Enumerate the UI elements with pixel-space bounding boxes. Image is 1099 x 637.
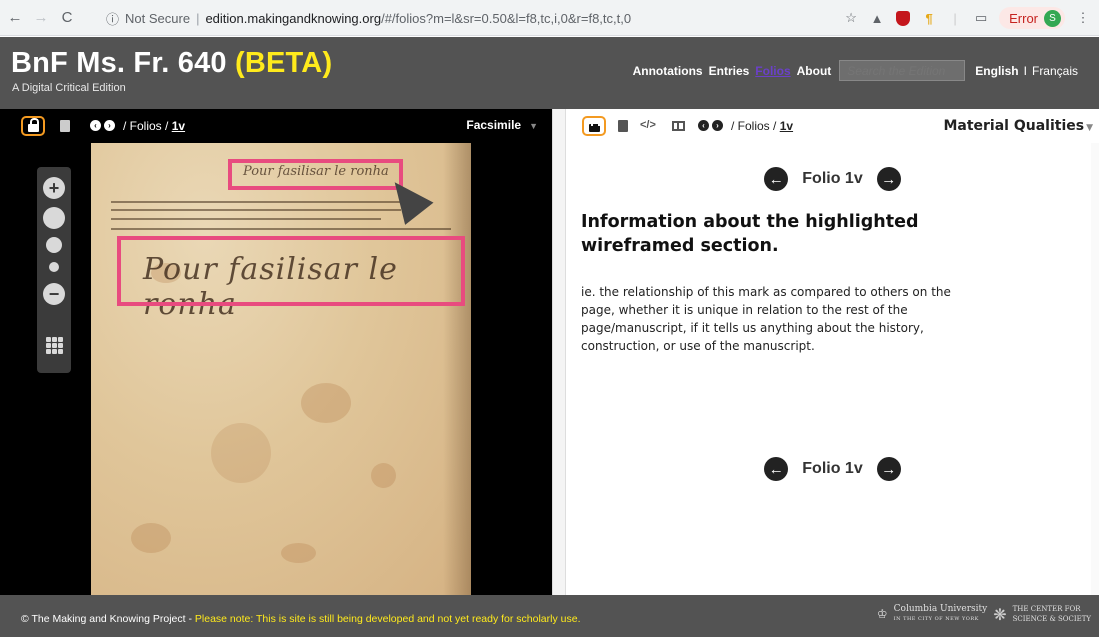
folio-nav-bottom: ← Folio 1v → (566, 457, 1099, 481)
center-line1: THE CENTER FOR (1012, 605, 1081, 613)
info-heading: Information about the highlighted wirefr… (581, 212, 919, 256)
center-line2: SCIENCE & SOCIETY (1012, 615, 1091, 623)
columbia-logo[interactable]: Columbia University IN THE CITY OF NEW Y… (894, 604, 988, 624)
lang-french[interactable]: Français (1032, 64, 1078, 78)
search-input[interactable] (839, 60, 966, 81)
reload-icon[interactable]: C (56, 7, 78, 29)
avatar: S (1044, 9, 1061, 27)
folio-label: Folio 1v (802, 460, 863, 477)
site-title[interactable]: BnF Ms. Fr. 640 (BETA) (11, 47, 332, 80)
center-logo[interactable]: THE CENTER FOR SCIENCE & SOCIETY (1013, 604, 1091, 624)
scrollbar[interactable] (1091, 143, 1099, 595)
lang-english[interactable]: English (975, 64, 1018, 78)
view-mode-label: Facsimile (466, 118, 522, 132)
nav-annotations[interactable]: Annotations (633, 64, 703, 78)
url-host: edition.makingandknowing.org (205, 10, 382, 26)
site-header: BnF Ms. Fr. 640 (BETA) A Digital Critica… (0, 37, 1099, 109)
left-pane-toolbar: ‹ › / Folios / 1v Facsimile ▼ (0, 109, 552, 143)
folio-nav-top: ← Folio 1v → (566, 167, 1099, 191)
breadcrumb-folio[interactable]: 1v (780, 119, 793, 133)
address-bar[interactable]: ⓘ Not Secure | edition.makingandknowing.… (98, 6, 876, 30)
grid-icon[interactable] (46, 337, 63, 354)
site-subtitle: A Digital Critical Edition (12, 82, 126, 94)
prev-circle-icon[interactable]: ‹ (698, 120, 709, 131)
star-icon[interactable]: ☆ (843, 10, 859, 26)
center-logo-icon: ❋ (993, 604, 1007, 624)
pane-divider[interactable] (552, 109, 566, 595)
cast-icon[interactable]: ▭ (973, 10, 989, 26)
drive-icon[interactable]: ▲ (869, 10, 885, 26)
chevron-down-icon: ▼ (1086, 123, 1093, 133)
zoom-level-medium[interactable] (46, 237, 62, 253)
info-icon[interactable]: ⓘ (106, 9, 119, 28)
omnibox-separator: | (196, 10, 200, 26)
book-icon[interactable] (618, 120, 628, 132)
next-folio-icon[interactable]: → (876, 167, 901, 191)
forward-arrow-icon[interactable]: → (30, 7, 52, 29)
dev-notice: Please note: This is site is still being… (194, 613, 581, 625)
prev-folio-icon[interactable]: ← (764, 457, 789, 481)
zoom-level-large[interactable] (43, 207, 65, 229)
dropdown-label: Material Qualities (943, 118, 1085, 134)
ublock-icon[interactable] (895, 10, 911, 26)
next-folio-icon[interactable]: → (876, 457, 901, 481)
lang-separator: I (1023, 63, 1027, 78)
nav-about[interactable]: About (797, 64, 832, 78)
columbia-subtitle: IN THE CITY OF NEW YORK (893, 616, 979, 622)
zoom-out-icon[interactable]: − (43, 283, 65, 305)
book-icon[interactable] (60, 120, 70, 132)
view-mode-dropdown[interactable]: Facsimile ▼ (466, 118, 538, 132)
footer-logos[interactable]: ♔ Columbia University IN THE CITY OF NEW… (877, 604, 1091, 624)
facsimile-pane: ‹ › / Folios / 1v Facsimile ▼ Pour fasili… (0, 109, 552, 595)
highlight-box-small[interactable] (228, 159, 403, 190)
footer-text: © The Making and Knowing Project - Pleas… (21, 613, 581, 625)
beta-badge: (BETA) (235, 47, 333, 79)
back-arrow-icon[interactable]: ← (4, 7, 26, 29)
info-body: ie. the relationship of this mark as com… (581, 285, 951, 353)
menu-dots-icon[interactable]: ⋮ (1075, 10, 1091, 26)
highlight-box-large[interactable] (117, 236, 465, 306)
next-circle-icon[interactable]: › (712, 120, 723, 131)
right-pane-toolbar: </> ‹ › / Folios / 1v Material Qualities… (566, 109, 1099, 143)
url-path: /#/folios?m=l&sr=0.50&l=f8,tc,i,0&r=f8,t… (381, 10, 632, 26)
browser-toolbar: ← → C ⓘ Not Secure | edition.makingandkn… (0, 0, 1099, 36)
material-qualities-dropdown[interactable]: Material Qualities ▼ (943, 118, 1093, 134)
breadcrumb: / Folios / 1v (123, 119, 185, 133)
manuscript-image[interactable]: Pour fasilisar le ronha Pour fasilisar l… (91, 143, 471, 595)
lock-icon[interactable] (582, 116, 606, 136)
toolbar-divider: | (953, 10, 957, 26)
chevron-down-icon: ▼ (529, 121, 538, 131)
breadcrumb-folios[interactable]: / Folios / (731, 119, 776, 133)
columbia-name: Columbia University (893, 604, 988, 614)
transcription-pane: </> ‹ › / Folios / 1v Material Qualities… (566, 109, 1099, 595)
prev-folio-icon[interactable]: ← (764, 167, 789, 191)
error-label: Error (1009, 10, 1038, 26)
prev-circle-icon[interactable]: ‹ (90, 120, 101, 131)
nav-entries[interactable]: Entries (709, 64, 750, 78)
zoom-level-small[interactable] (49, 262, 59, 272)
breadcrumb-folio[interactable]: 1v (172, 119, 185, 133)
security-label: Not Secure (125, 10, 191, 26)
columbia-crown-icon: ♔ (876, 607, 888, 621)
columns-icon[interactable] (672, 121, 685, 131)
site-title-text: BnF Ms. Fr. 640 (11, 47, 227, 79)
profile-error-button[interactable]: Error S (999, 7, 1065, 29)
zoom-in-icon[interactable]: + (43, 177, 65, 199)
copyright: © The Making and Knowing Project - (21, 613, 195, 625)
folio-label: Folio 1v (802, 170, 863, 187)
lock-icon[interactable] (21, 116, 45, 136)
code-icon[interactable]: </> (640, 119, 656, 131)
nav-folios[interactable]: Folios (755, 64, 790, 78)
top-nav: Annotations Entries Folios About English… (627, 60, 1078, 81)
site-footer: © The Making and Knowing Project - Pleas… (0, 595, 1099, 637)
breadcrumb: / Folios / 1v (731, 119, 793, 133)
next-circle-icon[interactable]: › (104, 120, 115, 131)
breadcrumb-folios[interactable]: / Folios / (123, 119, 168, 133)
paragraph-icon[interactable]: ¶ (921, 10, 937, 26)
zoom-controls: + − (37, 167, 71, 373)
